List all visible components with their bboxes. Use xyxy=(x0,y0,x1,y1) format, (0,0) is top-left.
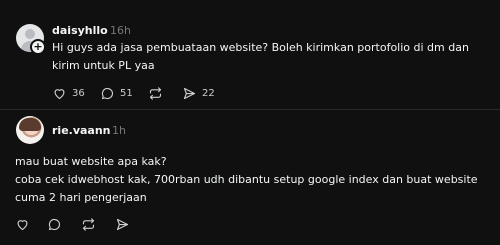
post-username[interactable]: rie.vaann xyxy=(52,124,111,137)
send-icon xyxy=(183,87,196,100)
repost-icon xyxy=(82,218,95,231)
like-button[interactable] xyxy=(15,217,30,232)
repost-button[interactable] xyxy=(81,217,96,232)
share-button[interactable] xyxy=(115,217,130,232)
post-text-line-1: mau buat website apa kak? xyxy=(15,155,167,168)
send-icon xyxy=(116,218,129,231)
plus-icon[interactable]: + xyxy=(30,39,46,55)
comment-icon xyxy=(48,218,60,231)
repost-button[interactable] xyxy=(148,86,163,101)
heart-icon xyxy=(17,220,28,231)
post-text-line-3: cuma 2 hari pengerjaan xyxy=(15,191,147,204)
post-text-line-1: Hi guys ada jasa pembuataan website? Bol… xyxy=(52,41,469,54)
post-text-line-2: coba cek idwebhost kak, 700rban udh diba… xyxy=(15,173,478,186)
heart-icon xyxy=(54,89,65,100)
post-username[interactable]: daisyhllo xyxy=(52,24,108,37)
post-text-line-2: kirim untuk PL yaa xyxy=(52,59,155,72)
share-count: 22 xyxy=(202,88,215,99)
like-count: 36 xyxy=(72,88,85,99)
comment-icon xyxy=(101,87,113,100)
like-button[interactable]: 36 xyxy=(52,86,85,101)
post-time: 16h xyxy=(110,24,131,37)
repost-icon xyxy=(149,87,162,100)
comment-button[interactable] xyxy=(47,217,62,232)
post-time: 1h xyxy=(112,124,126,137)
avatar-rie-vaann[interactable] xyxy=(16,116,44,144)
comment-button[interactable]: 51 xyxy=(100,86,133,101)
post-daisyhllo: + daisyhllo 16h Hi guys ada jasa pembuat… xyxy=(0,0,500,109)
share-button[interactable]: 22 xyxy=(182,86,215,101)
comment-count: 51 xyxy=(120,88,133,99)
post-rie-vaann: rie.vaann 1h mau buat website apa kak? c… xyxy=(0,110,500,245)
